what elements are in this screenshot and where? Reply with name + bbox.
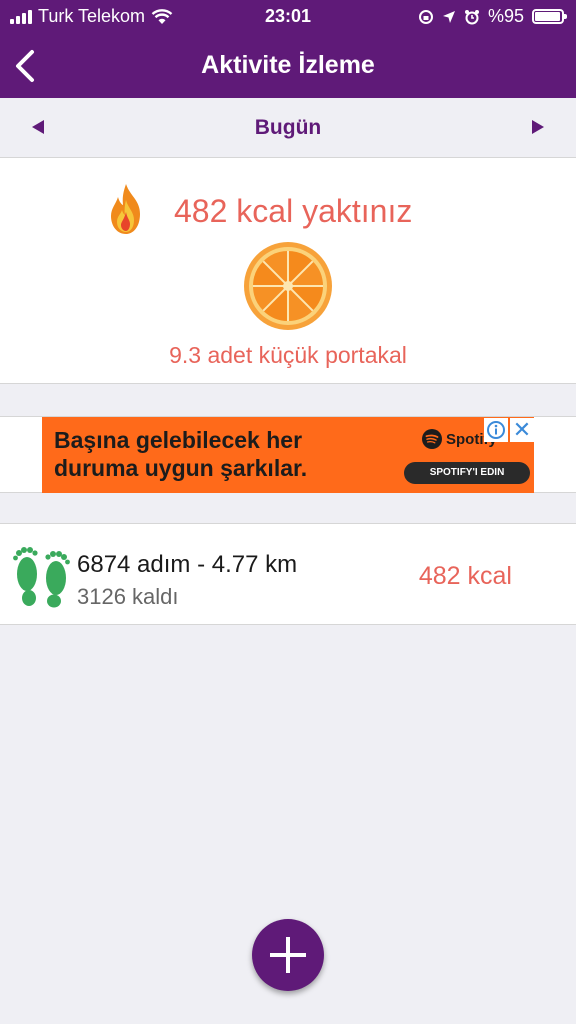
steps-remaining: 3126 kaldı — [77, 584, 179, 609]
spotify-logo-icon — [422, 429, 442, 449]
location-icon — [442, 10, 455, 23]
battery-fill — [535, 12, 560, 21]
ad-line-1: Başına gelebilecek her — [54, 427, 303, 453]
next-day-arrow-icon[interactable] — [532, 120, 544, 134]
ad-text: Başına gelebilecek her duruma uygun şark… — [54, 426, 307, 482]
footprints-icon — [13, 547, 70, 608]
ad-banner[interactable]: Başına gelebilecek her duruma uygun şark… — [42, 417, 534, 493]
ad-close-icon[interactable]: ✕ — [510, 418, 534, 442]
battery-icon — [532, 9, 567, 24]
date-selector: Bugün — [0, 98, 576, 158]
steps-activity-row[interactable]: 6874 adım - 4.77 km 3126 kaldı 482 kcal — [0, 523, 576, 625]
ad-info-icon[interactable] — [484, 418, 508, 442]
flame-icon — [111, 184, 140, 234]
alarm-icon — [464, 9, 479, 24]
status-bar: Turk Telekom 23:01 %95 — [0, 0, 576, 34]
ad-cta-button[interactable]: SPOTIFY'I EDIN — [404, 462, 530, 484]
orange-icon — [244, 242, 332, 330]
nav-bar: Aktivite İzleme — [0, 34, 576, 98]
status-right: %95 — [418, 6, 567, 27]
steps-summary: 6874 adım - 4.77 km — [77, 551, 298, 578]
top-bar: Turk Telekom 23:01 %95 Aktivite İzleme — [0, 0, 576, 98]
date-label: Bugün — [254, 116, 322, 139]
calories-burned-card: 482 kcal yaktınız 9.3 adet küçük portaka… — [0, 158, 576, 384]
orientation-lock-icon — [418, 9, 433, 24]
ad-line-2: duruma uygun şarkılar. — [54, 455, 308, 481]
battery-percent: %95 — [487, 6, 524, 26]
page-title: Aktivite İzleme — [201, 51, 375, 79]
calories-burned-headline: 482 kcal yaktınız — [174, 193, 413, 229]
steps-calories: 482 kcal — [418, 562, 512, 590]
ad-container: Başına gelebilecek her duruma uygun şark… — [0, 416, 576, 493]
calorie-equivalent-text: 9.3 adet küçük portakal — [169, 342, 407, 368]
add-activity-button[interactable] — [252, 919, 324, 991]
